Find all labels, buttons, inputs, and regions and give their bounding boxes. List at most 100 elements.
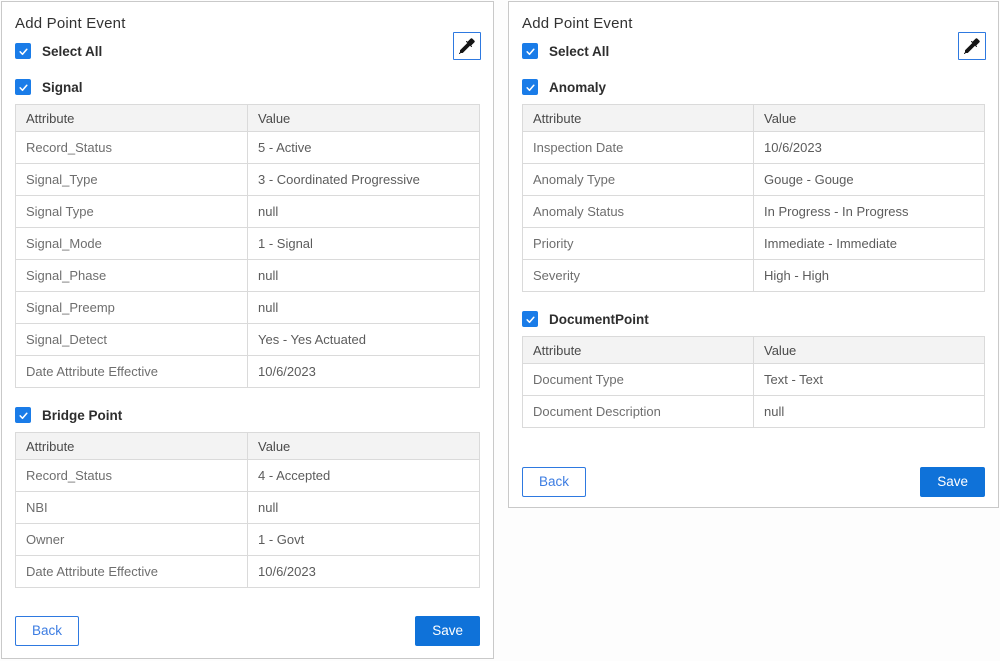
attribute-cell: Anomaly Status (523, 196, 754, 228)
attribute-cell: Record_Status (16, 132, 248, 164)
signal-attributes-table: Attribute Value Record_Status 5 - Active… (15, 104, 480, 388)
table-row: Date Attribute Effective 10/6/2023 (16, 556, 480, 588)
table-row: Signal_Phase null (16, 260, 480, 292)
table-row: Severity High - High (523, 260, 985, 292)
check-icon (525, 82, 536, 93)
eyedropper-button[interactable] (958, 32, 986, 60)
column-header-attribute: Attribute (16, 433, 248, 460)
value-cell: 1 - Signal (248, 228, 480, 260)
value-cell: 1 - Govt (248, 524, 480, 556)
value-cell: 3 - Coordinated Progressive (248, 164, 480, 196)
attribute-cell: Document Description (523, 396, 754, 428)
value-cell: null (248, 492, 480, 524)
section-bridge-point: Bridge Point Attribute Value Record_Stat… (15, 406, 480, 588)
value-cell: null (248, 196, 480, 228)
check-icon (525, 46, 536, 57)
add-point-event-panel-left: Add Point Event Select All Signal Attrib… (1, 1, 494, 659)
eyedropper-icon (459, 38, 475, 54)
column-header-value: Value (754, 105, 985, 132)
panel-footer: Back Save (15, 616, 480, 646)
save-button[interactable]: Save (920, 467, 985, 497)
value-cell: null (754, 396, 985, 428)
attribute-cell: Inspection Date (523, 132, 754, 164)
table-row: Anomaly Status In Progress - In Progress (523, 196, 985, 228)
value-cell: 4 - Accepted (248, 460, 480, 492)
section-signal: Signal Attribute Value Record_Status 5 -… (15, 78, 480, 388)
column-header-attribute: Attribute (16, 105, 248, 132)
save-button[interactable]: Save (415, 616, 480, 646)
column-header-attribute: Attribute (523, 105, 754, 132)
attribute-cell: Owner (16, 524, 248, 556)
value-cell: Gouge - Gouge (754, 164, 985, 196)
value-cell: 10/6/2023 (248, 556, 480, 588)
panel-footer: Back Save (522, 467, 985, 497)
attribute-cell: Signal Type (16, 196, 248, 228)
value-cell: null (248, 292, 480, 324)
document-point-attributes-table: Attribute Value Document Type Text - Tex… (522, 336, 985, 428)
table-row: Signal_Type 3 - Coordinated Progressive (16, 164, 480, 196)
attribute-cell: Anomaly Type (523, 164, 754, 196)
attribute-cell: Signal_Type (16, 164, 248, 196)
select-all-label: Select All (42, 44, 102, 59)
select-all-checkbox[interactable] (15, 43, 31, 59)
check-icon (18, 46, 29, 57)
check-icon (18, 410, 29, 421)
column-header-value: Value (248, 105, 480, 132)
attribute-cell: Date Attribute Effective (16, 356, 248, 388)
attribute-cell: Priority (523, 228, 754, 260)
table-row: Owner 1 - Govt (16, 524, 480, 556)
table-row: Priority Immediate - Immediate (523, 228, 985, 260)
add-point-event-panel-right: Add Point Event Select All Anomaly Attri… (508, 1, 999, 508)
column-header-value: Value (754, 337, 985, 364)
attribute-cell: Signal_Mode (16, 228, 248, 260)
attribute-cell: Date Attribute Effective (16, 556, 248, 588)
section-document-point: DocumentPoint Attribute Value Document T… (522, 310, 985, 428)
table-row: Document Description null (523, 396, 985, 428)
table-row: Signal_Detect Yes - Yes Actuated (16, 324, 480, 356)
section-label: Signal (42, 80, 83, 95)
select-all-label: Select All (549, 44, 609, 59)
value-cell: Text - Text (754, 364, 985, 396)
select-all-row: Select All (522, 42, 985, 60)
column-header-attribute: Attribute (523, 337, 754, 364)
section-label: Bridge Point (42, 408, 122, 423)
attribute-cell: Severity (523, 260, 754, 292)
bridge-point-checkbox[interactable] (15, 407, 31, 423)
value-cell: 5 - Active (248, 132, 480, 164)
attribute-cell: Signal_Preemp (16, 292, 248, 324)
value-cell: In Progress - In Progress (754, 196, 985, 228)
document-point-checkbox[interactable] (522, 311, 538, 327)
check-icon (525, 314, 536, 325)
page-title: Add Point Event (522, 15, 985, 32)
value-cell: 10/6/2023 (754, 132, 985, 164)
table-row: Anomaly Type Gouge - Gouge (523, 164, 985, 196)
table-row: Signal Type null (16, 196, 480, 228)
table-row: Inspection Date 10/6/2023 (523, 132, 985, 164)
select-all-checkbox[interactable] (522, 43, 538, 59)
back-button[interactable]: Back (522, 467, 586, 497)
attribute-cell: Record_Status (16, 460, 248, 492)
attribute-cell: Signal_Phase (16, 260, 248, 292)
anomaly-checkbox[interactable] (522, 79, 538, 95)
signal-checkbox[interactable] (15, 79, 31, 95)
table-row: Record_Status 5 - Active (16, 132, 480, 164)
section-label: Anomaly (549, 80, 606, 95)
attribute-cell: Signal_Detect (16, 324, 248, 356)
bridge-point-attributes-table: Attribute Value Record_Status 4 - Accept… (15, 432, 480, 588)
anomaly-attributes-table: Attribute Value Inspection Date 10/6/202… (522, 104, 985, 292)
eyedropper-button[interactable] (453, 32, 481, 60)
back-button[interactable]: Back (15, 616, 79, 646)
check-icon (18, 82, 29, 93)
value-cell: 10/6/2023 (248, 356, 480, 388)
eyedropper-icon (964, 38, 980, 54)
table-row: Record_Status 4 - Accepted (16, 460, 480, 492)
table-row: NBI null (16, 492, 480, 524)
column-header-value: Value (248, 433, 480, 460)
attribute-cell: Document Type (523, 364, 754, 396)
table-row: Document Type Text - Text (523, 364, 985, 396)
section-label: DocumentPoint (549, 312, 649, 327)
value-cell: High - High (754, 260, 985, 292)
table-row: Signal_Mode 1 - Signal (16, 228, 480, 260)
value-cell: Yes - Yes Actuated (248, 324, 480, 356)
value-cell: Immediate - Immediate (754, 228, 985, 260)
